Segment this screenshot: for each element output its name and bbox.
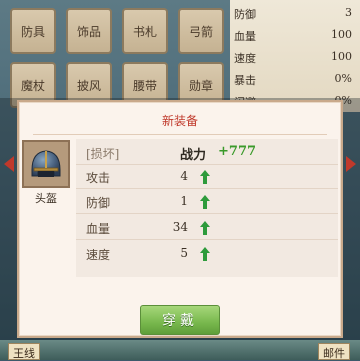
stat-label: 速度 — [234, 52, 256, 65]
stat-value: 100 — [331, 50, 352, 63]
stat-row: 血量 100 — [234, 28, 352, 44]
power-row: [损坏] 战力 +777 — [76, 141, 338, 165]
attribute-row: 防御 1 — [76, 190, 338, 214]
attribute-label: 血量 — [86, 222, 111, 236]
arrow-up-icon — [200, 195, 210, 209]
equipment-grid: 防具 饰品 书札 弓箭 魔杖 披风 腰带 勋章 — [0, 0, 232, 110]
slot-label: 披风 — [76, 78, 101, 93]
slot-label: 弓箭 — [188, 24, 213, 39]
item-name: 头盔 — [35, 192, 57, 205]
helmet-icon — [31, 150, 61, 177]
row-divider — [76, 188, 338, 189]
attribute-value: 4 — [180, 169, 188, 183]
title-divider — [33, 134, 327, 135]
stat-value: 100 — [331, 28, 352, 41]
stat-row: 防御 3 — [234, 6, 352, 22]
row-divider — [76, 239, 338, 240]
stat-label: 防御 — [234, 8, 256, 21]
slot-label: 防具 — [20, 24, 45, 39]
power-label: 战力 — [180, 148, 207, 163]
stat-value: 0% — [334, 72, 352, 85]
arrow-up-icon — [200, 170, 210, 184]
arrow-up-icon — [200, 221, 210, 235]
stat-label: 血量 — [234, 30, 256, 43]
attribute-value: 5 — [180, 246, 188, 260]
stat-row: 暴击 0% — [234, 72, 352, 88]
slot-label: 勋章 — [188, 78, 213, 93]
slot-accessory[interactable]: 饰品 — [66, 8, 112, 54]
attribute-row: 速度 5 — [76, 242, 338, 266]
next-arrow-icon[interactable] — [346, 156, 356, 172]
bottom-button-mail[interactable]: 邮件 — [318, 343, 350, 360]
slot-armor[interactable]: 防具 — [10, 8, 56, 54]
slot-label: 饰品 — [76, 24, 101, 39]
bottom-button-left[interactable]: 王线 — [8, 343, 40, 360]
prev-arrow-icon[interactable] — [4, 156, 14, 172]
attribute-label: 速度 — [86, 248, 111, 262]
attribute-label: 防御 — [86, 196, 111, 210]
attribute-label: 攻击 — [86, 171, 111, 185]
item-status: [损坏] — [86, 147, 120, 161]
stat-value: 3 — [345, 6, 352, 19]
slot-book[interactable]: 书札 — [122, 8, 168, 54]
row-divider — [76, 213, 338, 214]
bottom-bar — [0, 340, 360, 360]
attribute-row: 血量 34 — [76, 216, 338, 240]
stat-label: 暴击 — [234, 74, 256, 87]
power-value: +777 — [218, 144, 257, 159]
wear-button[interactable]: 穿戴 — [140, 305, 220, 335]
item-icon-frame[interactable] — [22, 140, 70, 188]
attribute-value: 1 — [180, 194, 188, 208]
slot-label: 魔杖 — [20, 78, 45, 93]
stats-panel: 防御3 血量100 速度100 暴击0% 闪避0% — [230, 0, 360, 112]
slot-bow[interactable]: 弓箭 — [178, 8, 224, 54]
arrow-up-icon — [200, 247, 210, 261]
slot-label: 书札 — [132, 24, 157, 39]
slot-label: 腰带 — [132, 78, 157, 93]
stat-row: 速度 100 — [234, 50, 352, 66]
attribute-value: 34 — [172, 220, 188, 234]
attribute-row: 攻击 4 — [76, 165, 338, 189]
modal-title: 新装备 — [161, 114, 198, 128]
